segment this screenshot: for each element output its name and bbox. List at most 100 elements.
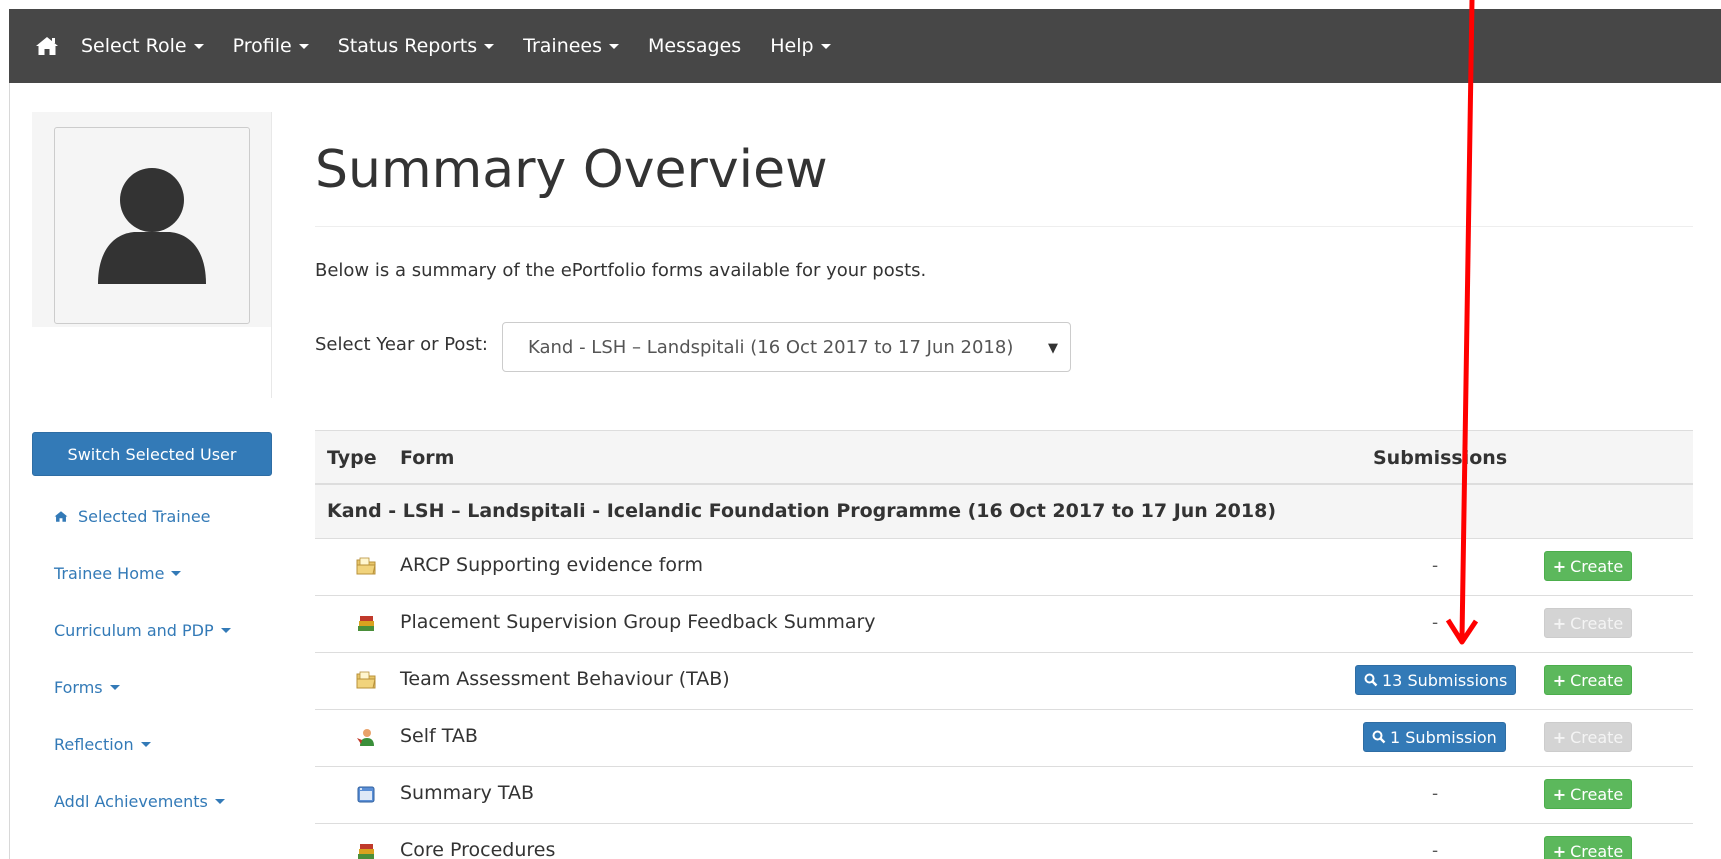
chevron-down-icon — [609, 43, 620, 49]
nav-trainees-label: Trainees — [523, 35, 603, 57]
table-row: Team Assessment Behaviour (TAB) 13 Submi… — [315, 653, 1693, 710]
post-group-title: Kand - LSH – Landspitali - Icelandic Fou… — [327, 500, 1277, 522]
form-name[interactable]: Self TAB — [400, 725, 478, 747]
create-button-disabled[interactable]: + Create — [1544, 722, 1632, 752]
chevron-down-icon — [171, 571, 182, 576]
form-name[interactable]: Placement Supervision Group Feedback Sum… — [400, 611, 876, 633]
table-row: Core Procedures - + Create — [315, 824, 1693, 859]
folder-icon — [356, 671, 376, 689]
home-icon — [54, 511, 68, 522]
chevron-down-icon — [220, 628, 231, 633]
table-header: Type Form Submissions — [315, 430, 1693, 485]
chevron-down-icon — [109, 685, 120, 690]
sidebar-item-label: Addl Achievements — [54, 792, 208, 811]
switch-selected-user-button[interactable]: Switch Selected User — [32, 432, 272, 476]
table-row: Self TAB 1 Submission + Create — [315, 710, 1693, 767]
create-button-disabled[interactable]: + Create — [1544, 608, 1632, 638]
post-select-label: Select Year or Post: — [315, 334, 488, 355]
window-icon — [357, 786, 375, 803]
submissions-label: 13 Submissions — [1382, 670, 1508, 690]
plus-icon: + — [1552, 556, 1567, 576]
create-label: Create — [1570, 670, 1624, 690]
nav-help-label: Help — [770, 35, 814, 57]
create-label: Create — [1570, 727, 1624, 747]
create-label: Create — [1570, 784, 1624, 804]
header-form: Form — [400, 447, 455, 469]
table-row: Placement Supervision Group Feedback Sum… — [315, 596, 1693, 653]
search-icon — [1372, 730, 1386, 744]
create-label: Create — [1570, 613, 1624, 633]
view-submissions-button[interactable]: 13 Submissions — [1355, 665, 1517, 695]
forms-table: Type Form Submissions Kand - LSH – Lands… — [315, 430, 1693, 859]
sidebar-item-trainee-home[interactable]: Trainee Home — [54, 564, 182, 583]
submission-count: - — [1432, 841, 1439, 859]
nav-messages[interactable]: Messages — [648, 35, 741, 57]
create-label: Create — [1570, 841, 1624, 859]
chevron-down-icon — [193, 43, 204, 49]
post-select[interactable]: Kand - LSH – Landspitali (16 Oct 2017 to… — [502, 322, 1071, 372]
header-submissions: Submissions — [1373, 447, 1508, 469]
table-row: ARCP Supporting evidence form - + Create — [315, 539, 1693, 596]
post-select-value: Kand - LSH – Landspitali (16 Oct 2017 to… — [528, 336, 1014, 358]
form-name[interactable]: Core Procedures — [400, 839, 555, 859]
submissions-label: 1 Submission — [1390, 727, 1497, 747]
submission-count: - — [1432, 613, 1439, 633]
submission-count: - — [1432, 784, 1439, 804]
create-button[interactable]: + Create — [1544, 836, 1632, 859]
plus-icon: + — [1552, 841, 1567, 859]
sidebar-item-reflection[interactable]: Reflection — [54, 735, 151, 754]
table-row: Summary TAB - + Create — [315, 767, 1693, 824]
nav-messages-label: Messages — [648, 35, 742, 57]
title-divider — [315, 226, 1693, 227]
sidebar-item-selected-trainee[interactable]: Selected Trainee — [54, 507, 211, 526]
chevron-down-icon — [484, 43, 495, 49]
avatar — [54, 127, 250, 324]
post-group-row: Kand - LSH – Landspitali - Icelandic Fou… — [315, 485, 1693, 539]
view-submissions-button[interactable]: 1 Submission — [1363, 722, 1506, 752]
plus-icon: + — [1552, 727, 1567, 747]
intro-text: Below is a summary of the ePortfolio for… — [315, 260, 927, 281]
nav-status-reports[interactable]: Status Reports — [337, 35, 495, 57]
user-silhouette-icon — [98, 167, 206, 284]
nav-trainees[interactable]: Trainees — [523, 35, 620, 57]
nav-select-role-label: Select Role — [81, 35, 187, 57]
sidebar-divider — [271, 112, 272, 398]
folder-icon — [356, 557, 376, 575]
sidebar-item-label: Trainee Home — [54, 564, 165, 583]
form-name[interactable]: ARCP Supporting evidence form — [400, 554, 703, 576]
page-title: Summary Overview — [315, 140, 828, 200]
chevron-down-icon — [214, 799, 225, 804]
sidebar-item-addl-achievements[interactable]: Addl Achievements — [54, 792, 225, 811]
chevron-down-icon — [298, 43, 309, 49]
create-label: Create — [1570, 556, 1624, 576]
person-icon — [357, 729, 374, 746]
nav-profile[interactable]: Profile — [233, 35, 309, 57]
top-navbar: Select Role Profile Status Reports Train… — [9, 9, 1721, 83]
home-icon[interactable] — [31, 30, 63, 62]
nav-profile-label: Profile — [232, 35, 292, 57]
books-icon — [358, 844, 374, 859]
chevron-down-icon — [820, 43, 831, 49]
form-name[interactable]: Summary TAB — [400, 782, 534, 804]
sidebar-item-curriculum[interactable]: Curriculum and PDP — [54, 621, 231, 640]
plus-icon: + — [1552, 784, 1567, 804]
chevron-down-icon — [140, 742, 151, 747]
nav-status-reports-label: Status Reports — [337, 35, 478, 57]
nav-help[interactable]: Help — [770, 35, 831, 57]
search-icon — [1364, 673, 1378, 687]
dropdown-arrow-icon: ▼ — [1048, 341, 1058, 356]
header-type: Type — [327, 447, 377, 469]
plus-icon: + — [1552, 613, 1567, 633]
sidebar-item-forms[interactable]: Forms — [54, 678, 120, 697]
plus-icon: + — [1552, 670, 1567, 690]
sidebar-item-label: Forms — [54, 678, 103, 697]
create-button[interactable]: + Create — [1544, 779, 1632, 809]
nav-select-role[interactable]: Select Role — [81, 35, 204, 57]
create-button[interactable]: + Create — [1544, 665, 1632, 695]
sidebar-item-label: Reflection — [54, 735, 134, 754]
books-icon — [358, 616, 374, 631]
sidebar-item-label: Selected Trainee — [78, 507, 211, 526]
form-name[interactable]: Team Assessment Behaviour (TAB) — [400, 668, 730, 690]
sidebar-item-label: Curriculum and PDP — [54, 621, 214, 640]
create-button[interactable]: + Create — [1544, 551, 1632, 581]
